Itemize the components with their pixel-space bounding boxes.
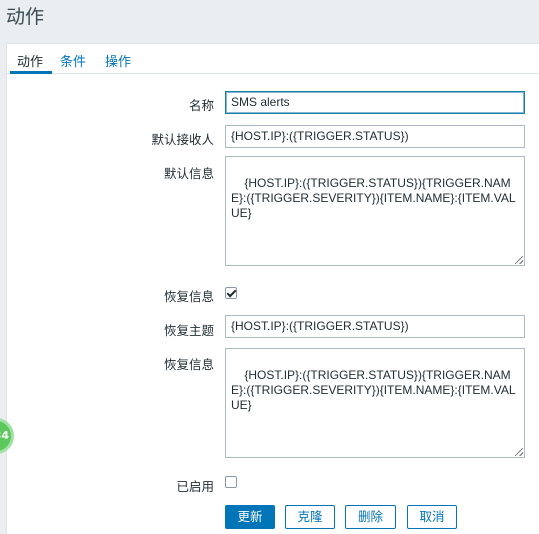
recovery-message-textarea[interactable]: {HOST.IP}:({TRIGGER.STATUS}){TRIGGER.NAM… — [225, 348, 525, 458]
name-input[interactable]: SMS alerts — [225, 91, 525, 114]
recovery-subject-input[interactable]: {HOST.IP}:({TRIGGER.STATUS}) — [225, 315, 525, 338]
enabled-label: 已启用 — [176, 479, 214, 494]
name-label: 名称 — [188, 98, 214, 113]
default-message-text: {HOST.IP}:({TRIGGER.STATUS}){TRIGGER.NAM… — [231, 176, 516, 220]
resize-grip-icon[interactable] — [515, 256, 523, 264]
tab-operations[interactable]: 操作 — [105, 51, 131, 70]
tab-bar: 动作 条件 操作 — [7, 44, 539, 74]
resize-grip-icon[interactable] — [515, 448, 523, 456]
default-recipient-label: 默认接收人 — [151, 132, 214, 147]
action-form-panel: 动作 条件 操作 名称 SMS alerts 默认接收人 {HOST.IP}:(… — [6, 43, 539, 534]
recovery-message-label: 恢复信息 — [163, 357, 214, 372]
enabled-checkbox[interactable] — [225, 476, 237, 488]
recovery-message-text: {HOST.IP}:({TRIGGER.STATUS}){TRIGGER.NAM… — [231, 368, 516, 412]
recovery-message-checkbox[interactable] — [225, 287, 237, 299]
recovery-message-enabled-label: 恢复信息 — [163, 289, 214, 304]
active-tab-indicator — [10, 71, 52, 74]
delete-button[interactable]: 删除 — [345, 505, 396, 529]
page-title: 动作 — [6, 6, 45, 28]
clone-button[interactable]: 克隆 — [285, 505, 335, 529]
default-message-label: 默认信息 — [163, 166, 214, 181]
recovery-subject-label: 恢复主题 — [163, 323, 214, 338]
tab-action[interactable]: 动作 — [17, 51, 43, 70]
default-recipient-input[interactable]: {HOST.IP}:({TRIGGER.STATUS}) — [225, 125, 525, 148]
default-message-textarea[interactable]: {HOST.IP}:({TRIGGER.STATUS}){TRIGGER.NAM… — [225, 156, 525, 266]
update-button[interactable]: 更新 — [225, 505, 275, 529]
cancel-button[interactable]: 取消 — [407, 505, 457, 529]
tab-conditions[interactable]: 条件 — [60, 51, 86, 70]
